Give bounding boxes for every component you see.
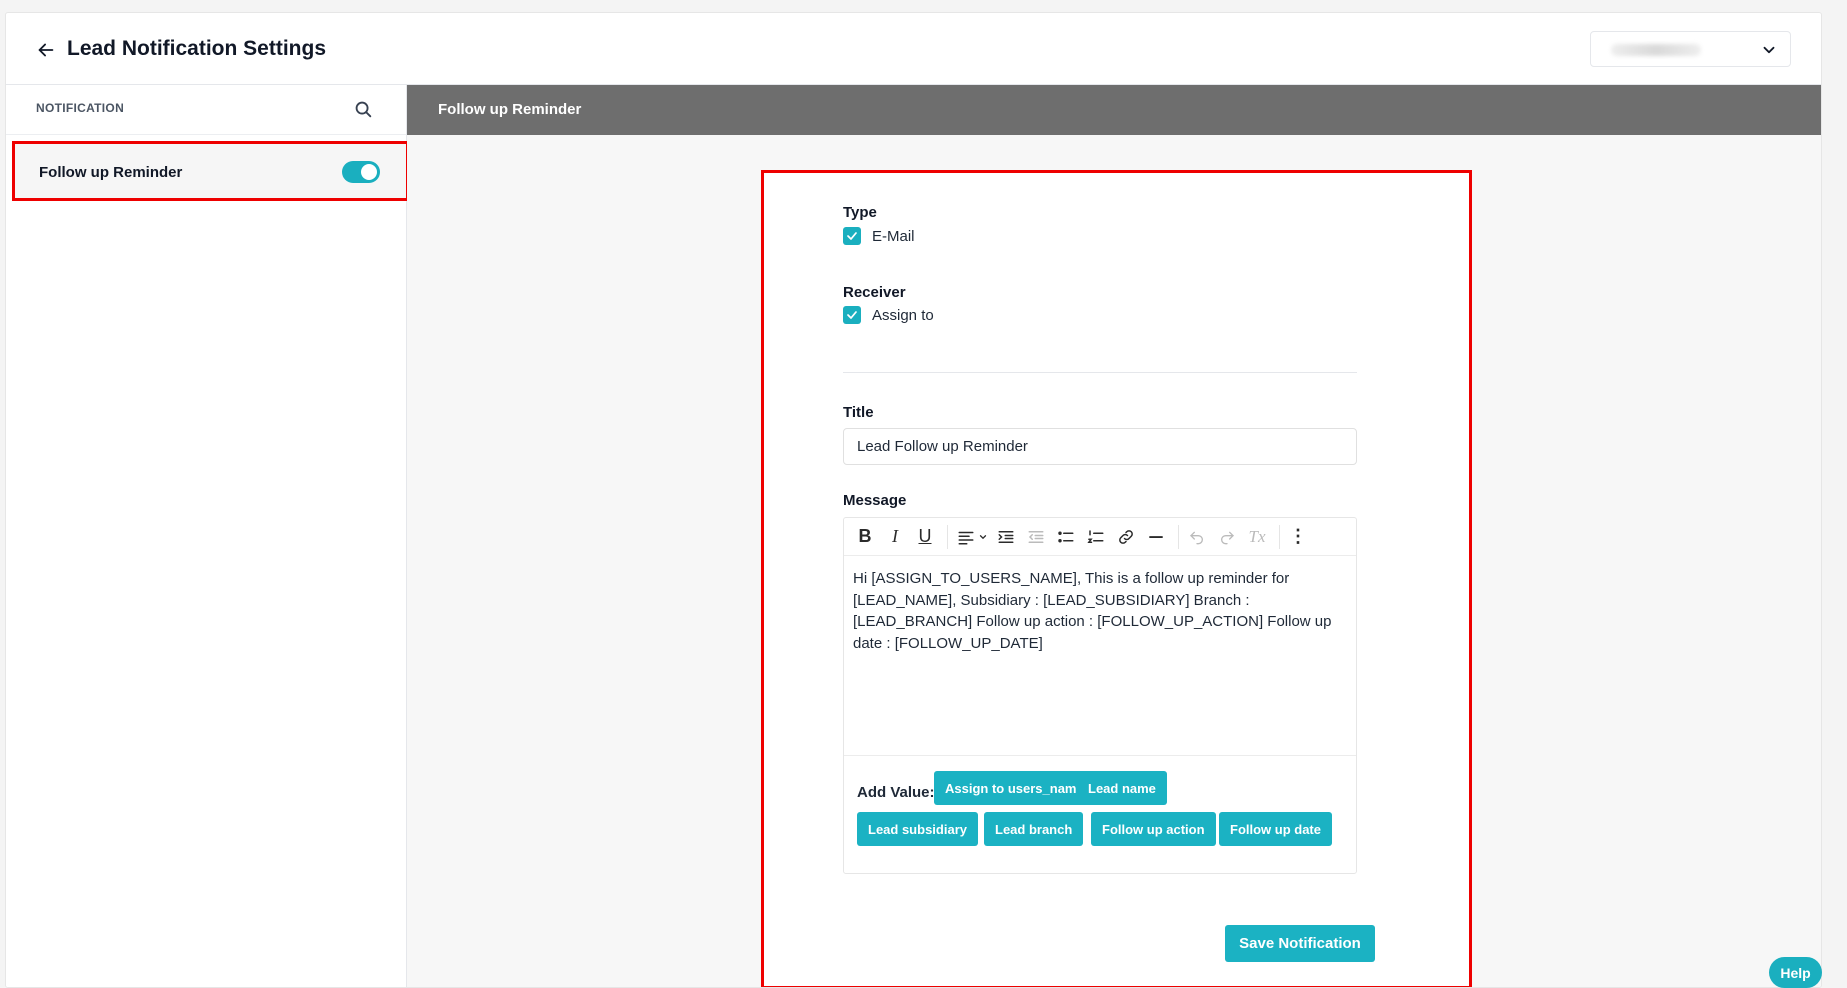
indent-icon[interactable] bbox=[993, 524, 1019, 550]
redo-icon[interactable] bbox=[1214, 524, 1240, 550]
toolbar-separator bbox=[1279, 524, 1280, 549]
sidebar-heading: NOTIFICATION bbox=[36, 101, 125, 115]
add-value-label: Add Value: bbox=[857, 784, 935, 801]
notification-form-card: Type E-Mail Receiver Assign to Title Mes… bbox=[761, 170, 1472, 987]
form-divider bbox=[843, 372, 1357, 373]
undo-icon[interactable] bbox=[1184, 524, 1210, 550]
add-value-lead-subsidiary-button[interactable]: Lead subsidiary bbox=[857, 812, 978, 846]
align-dropdown-icon[interactable] bbox=[977, 524, 989, 550]
sidebar-item-label: Follow up Reminder bbox=[39, 164, 183, 181]
email-checkbox-label: E-Mail bbox=[872, 227, 915, 245]
assign-to-checkbox-row[interactable]: Assign to bbox=[843, 306, 934, 324]
app-window: Lead Notification Settings NOTIFICATION … bbox=[5, 12, 1822, 988]
more-options-button[interactable]: ⋮ bbox=[1285, 524, 1311, 550]
numbered-list-icon[interactable] bbox=[1083, 524, 1109, 550]
link-icon[interactable] bbox=[1113, 524, 1139, 550]
sidebar-header: NOTIFICATION bbox=[6, 85, 406, 135]
selected-value-blurred bbox=[1611, 44, 1701, 56]
message-label: Message bbox=[843, 492, 907, 509]
toggle-knob bbox=[361, 164, 377, 180]
search-icon[interactable] bbox=[352, 98, 374, 120]
toolbar-separator bbox=[947, 524, 948, 549]
check-icon bbox=[847, 311, 857, 319]
bullet-list-icon[interactable] bbox=[1053, 524, 1079, 550]
email-checkbox-row[interactable]: E-Mail bbox=[843, 227, 915, 245]
assign-to-checkbox[interactable] bbox=[843, 306, 861, 324]
page-header: Lead Notification Settings bbox=[6, 13, 1821, 85]
add-value-lead-branch-button[interactable]: Lead branch bbox=[984, 812, 1084, 846]
notification-sidebar: NOTIFICATION Follow up Reminder bbox=[6, 85, 409, 987]
title-input[interactable] bbox=[843, 428, 1357, 465]
editor-toolbar: B I U Tx ⋮ bbox=[844, 518, 1356, 556]
assign-to-checkbox-label: Assign to bbox=[872, 306, 934, 324]
arrow-left-icon[interactable] bbox=[35, 39, 57, 61]
add-value-assign-to-users-name-button[interactable]: Assign to users_name bbox=[934, 771, 1095, 805]
main-panel: Follow up Reminder Type E-Mail Receiver … bbox=[407, 85, 1821, 987]
bold-button[interactable]: B bbox=[852, 524, 878, 550]
check-icon bbox=[847, 232, 857, 240]
add-value-follow-up-action-button[interactable]: Follow up action bbox=[1091, 812, 1216, 846]
horizontal-rule-icon[interactable] bbox=[1143, 524, 1169, 550]
underline-button[interactable]: U bbox=[912, 524, 938, 550]
enable-toggle[interactable] bbox=[342, 161, 380, 183]
add-value-follow-up-date-button[interactable]: Follow up date bbox=[1219, 812, 1332, 846]
outdent-icon[interactable] bbox=[1023, 524, 1049, 550]
add-value-lead-name-button[interactable]: Lead name bbox=[1077, 771, 1167, 805]
account-select[interactable] bbox=[1590, 31, 1791, 67]
type-label: Type bbox=[843, 204, 877, 221]
italic-button[interactable]: I bbox=[882, 524, 908, 550]
section-title: Follow up Reminder bbox=[438, 101, 582, 118]
email-checkbox[interactable] bbox=[843, 227, 861, 245]
page-title: Lead Notification Settings bbox=[67, 37, 327, 60]
message-body[interactable]: Hi [ASSIGN_TO_USERS_NAME], This is a fol… bbox=[844, 556, 1356, 756]
align-icon[interactable] bbox=[953, 524, 979, 550]
receiver-label: Receiver bbox=[843, 284, 906, 301]
save-notification-button[interactable]: Save Notification bbox=[1225, 925, 1375, 962]
help-button[interactable]: Help bbox=[1769, 957, 1822, 988]
sidebar-item-follow-up-reminder[interactable]: Follow up Reminder bbox=[12, 141, 409, 201]
toolbar-separator bbox=[1178, 524, 1179, 549]
section-header-bar: Follow up Reminder bbox=[407, 85, 1821, 135]
message-editor: B I U Tx ⋮ Hi [ASSIGN_TO_USERS_NAME], Th… bbox=[843, 517, 1357, 874]
chevron-down-icon bbox=[1763, 46, 1775, 54]
title-label: Title bbox=[843, 404, 874, 421]
clear-formatting-button[interactable]: Tx bbox=[1244, 524, 1270, 550]
